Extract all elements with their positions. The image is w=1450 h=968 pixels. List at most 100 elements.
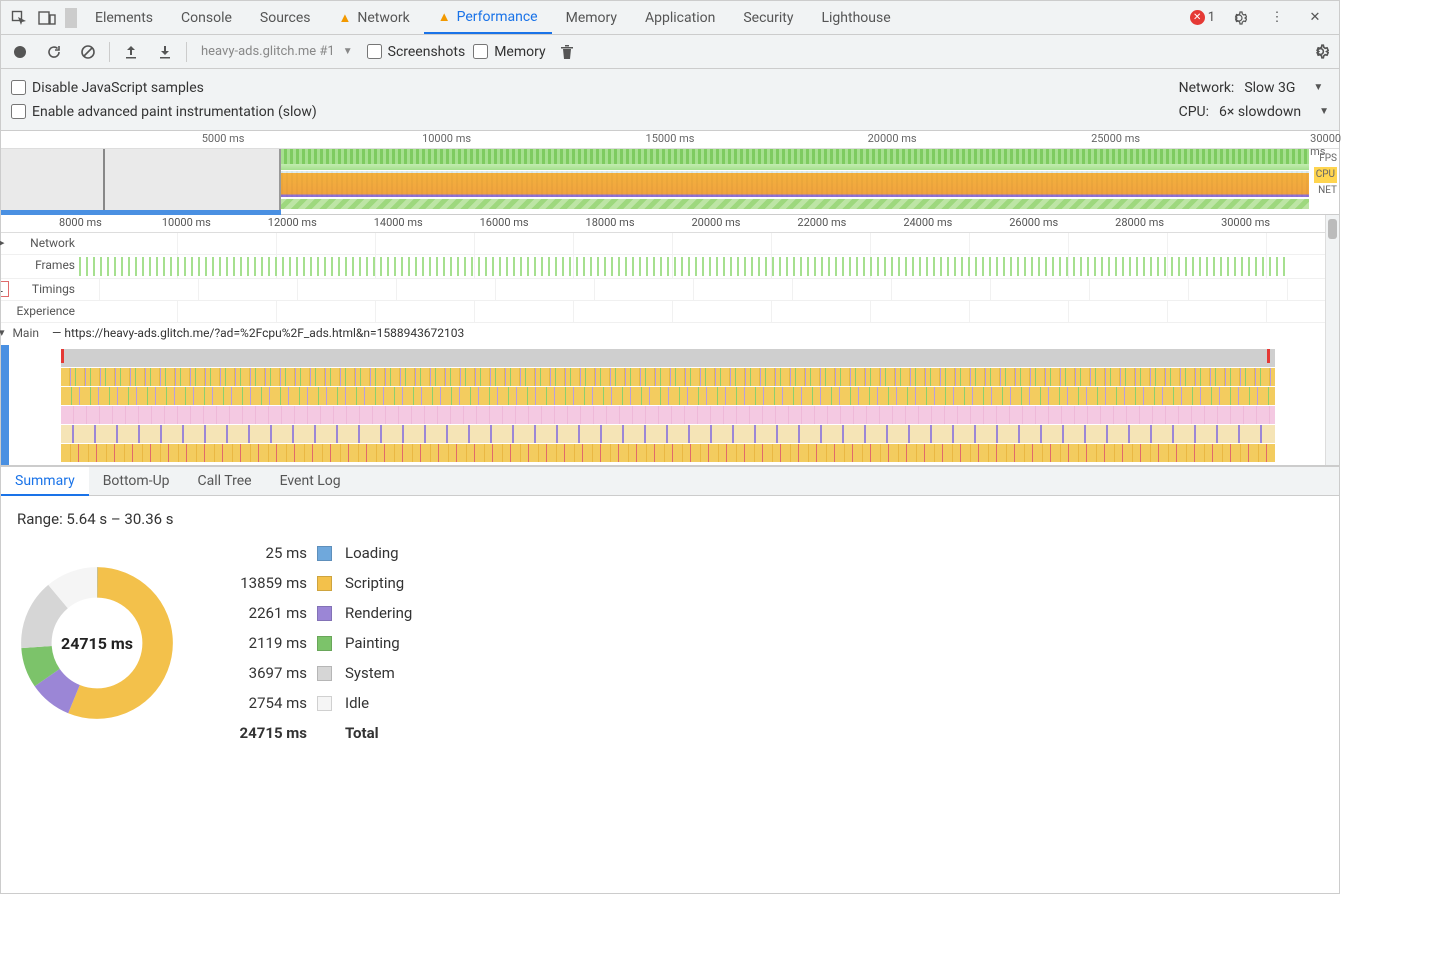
flame-row (61, 387, 1275, 405)
tab-network[interactable]: ▲Network (325, 1, 424, 34)
flame-chart[interactable] (1, 345, 1325, 465)
flame-row (61, 349, 1275, 367)
tab-memory[interactable]: Memory (552, 1, 631, 34)
checkbox-label: Disable JavaScript samples (32, 80, 204, 96)
summary-range: Range: 5.64 s – 30.36 s (17, 510, 1323, 528)
legend-name: Painting (345, 634, 412, 652)
tab-performance[interactable]: ▲Performance (424, 1, 552, 34)
screenshots-checkbox[interactable]: Screenshots (367, 44, 466, 60)
timeline-ruler[interactable]: 8000 ms 10000 ms 12000 ms 14000 ms 16000… (1, 215, 1325, 233)
upload-icon[interactable] (118, 39, 144, 65)
track-main-header[interactable]: Main — https://heavy-ads.glitch.me/?ad=%… (1, 323, 1325, 345)
summary-legend: 25 msLoading13859 msScripting2261 msRend… (217, 544, 412, 742)
tab-application[interactable]: Application (631, 1, 729, 34)
tab-label: Bottom-Up (103, 473, 170, 489)
tab-sources[interactable]: Sources (246, 1, 325, 34)
overview-selection[interactable] (1, 149, 281, 214)
recording-selector[interactable]: heavy-ads.glitch.me #1 ▼ (195, 44, 359, 59)
checkbox-input[interactable] (11, 104, 26, 119)
chevron-down-icon: ▼ (1319, 106, 1329, 117)
tab-label: Call Tree (198, 473, 252, 489)
tab-call-tree[interactable]: Call Tree (184, 467, 266, 495)
legend-swatch (317, 636, 332, 651)
tab-bottom-up[interactable]: Bottom-Up (89, 467, 184, 495)
chevron-down-icon: ▼ (1313, 82, 1323, 93)
ruler-tick: 16000 ms (480, 216, 529, 229)
legend-swatch (317, 666, 332, 681)
disable-js-samples-checkbox[interactable]: Disable JavaScript samples (11, 80, 317, 96)
recording-name: heavy-ads.glitch.me #1 (201, 44, 335, 59)
network-throttle-select[interactable]: Network: Slow 3G▼ (1179, 80, 1329, 96)
flame-row (61, 368, 1275, 386)
legend-name: Rendering (345, 604, 412, 622)
long-task-marker (61, 349, 64, 363)
legend-swatch (317, 696, 332, 711)
timeline-area: 8000 ms 10000 ms 12000 ms 14000 ms 16000… (1, 215, 1339, 466)
checkbox-input[interactable] (367, 44, 382, 59)
tab-lighthouse[interactable]: Lighthouse (807, 1, 904, 34)
long-task-marker (1267, 349, 1270, 363)
tab-label: Security (743, 10, 793, 26)
tab-label: Console (181, 10, 232, 26)
tab-console[interactable]: Console (167, 1, 246, 34)
tab-label: Event Log (280, 473, 341, 489)
capture-options: Disable JavaScript samples Enable advanc… (1, 69, 1339, 131)
summary-panel: Range: 5.64 s – 30.36 s 24715 ms 25 msLo… (1, 496, 1339, 756)
trash-icon[interactable] (554, 39, 580, 65)
tab-label: Performance (457, 9, 538, 25)
fps-band (281, 149, 1309, 169)
track-timings[interactable]: Timings DCL L (1, 279, 1325, 301)
ruler-tick: 15000 ms (646, 132, 695, 145)
ruler-tick: 12000 ms (268, 216, 317, 229)
throttle-value: Slow 3G (1244, 80, 1295, 96)
ruler-tick: 5000 ms (202, 132, 245, 145)
error-badge[interactable]: ✕1 (1190, 10, 1215, 25)
ruler-tick: 30000 ms (1221, 216, 1270, 229)
panel-tabs: Elements Console Sources ▲Network ▲Perfo… (81, 1, 1190, 34)
capture-settings-icon[interactable] (1307, 39, 1333, 65)
checkbox-input[interactable] (11, 80, 26, 95)
memory-checkbox[interactable]: Memory (473, 44, 545, 60)
tab-summary[interactable]: Summary (1, 467, 89, 496)
inspect-icon[interactable] (5, 4, 33, 32)
flame-left-marker (1, 345, 9, 465)
record-button[interactable] (7, 39, 33, 65)
scroll-thumb[interactable] (1328, 219, 1337, 239)
tab-elements[interactable]: Elements (81, 1, 167, 34)
tab-event-log[interactable]: Event Log (266, 467, 355, 495)
vertical-scrollbar[interactable] (1325, 215, 1339, 465)
tab-label: Application (645, 10, 715, 26)
checkbox-input[interactable] (473, 44, 488, 59)
tab-label: Elements (95, 10, 153, 26)
throttle-label: CPU: (1179, 104, 1209, 120)
legend-name: Loading (345, 544, 412, 562)
download-icon[interactable] (152, 39, 178, 65)
track-experience[interactable]: Experience (1, 301, 1325, 323)
clear-button[interactable] (75, 39, 101, 65)
reload-button[interactable] (41, 39, 67, 65)
settings-icon[interactable] (1225, 4, 1253, 32)
ruler-tick: 8000 ms (59, 216, 102, 229)
error-icon: ✕ (1190, 10, 1205, 25)
tab-label: Summary (15, 473, 75, 489)
tab-label: Sources (260, 10, 311, 26)
legend-ms: 3697 ms (217, 664, 307, 682)
overview-bands (1, 149, 1339, 214)
cpu-throttle-select[interactable]: CPU: 6× slowdown▼ (1179, 104, 1329, 120)
overview-ruler: 5000 ms 10000 ms 15000 ms 20000 ms 25000… (1, 131, 1339, 149)
kebab-menu-icon[interactable]: ⋮ (1263, 4, 1291, 32)
close-icon[interactable]: ✕ (1301, 4, 1329, 32)
checkbox-label: Screenshots (388, 44, 466, 60)
overview-pane[interactable]: 5000 ms 10000 ms 15000 ms 20000 ms 25000… (1, 131, 1339, 215)
tab-label: Network (357, 10, 409, 26)
chevron-down-icon: ▼ (343, 46, 353, 57)
tab-security[interactable]: Security (729, 1, 807, 34)
track-frames[interactable]: Frames (1, 255, 1325, 279)
track-network[interactable]: Network (1, 233, 1325, 255)
overview-axis-labels: FPS CPU NET (1314, 151, 1337, 199)
device-mode-icon[interactable] (33, 4, 61, 32)
separator (186, 42, 187, 62)
net-band (281, 199, 1309, 209)
ruler-tick: 24000 ms (903, 216, 952, 229)
enable-paint-checkbox[interactable]: Enable advanced paint instrumentation (s… (11, 104, 317, 120)
